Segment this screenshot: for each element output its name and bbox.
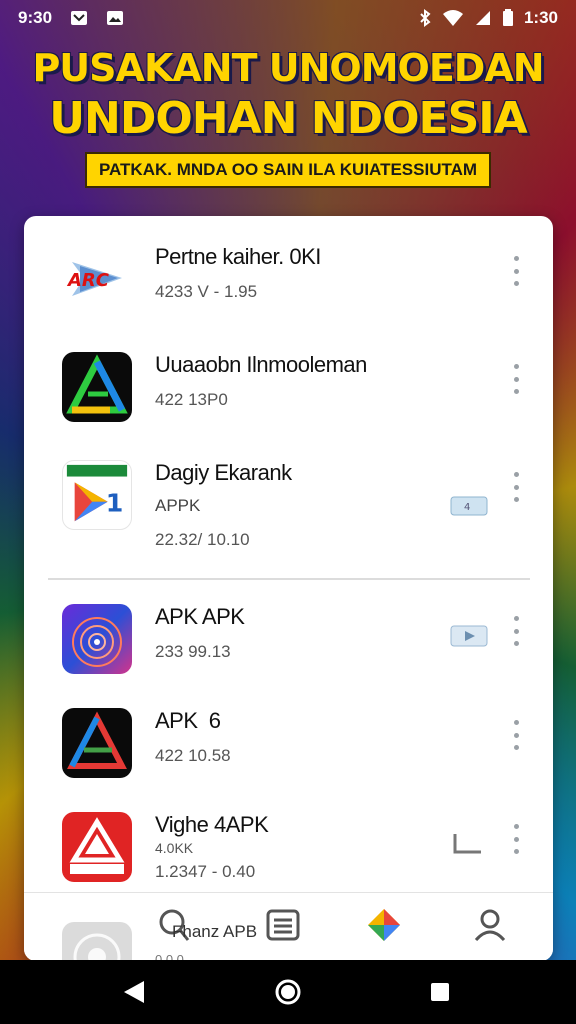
list-item[interactable]: Uuaaobn Ilnmooleman 422 13P0 — [24, 338, 553, 442]
list-item[interactable]: APK 6 422 10.58 — [24, 694, 553, 798]
svg-text:1: 1 — [106, 489, 124, 518]
app-list-card: ARC Pertne kaiher. 0KI 4233 V - 1.95 Uua… — [24, 216, 553, 961]
list-item[interactable]: APK APK 233 99.13 — [24, 590, 553, 694]
app-name: Pertne kaiher. 0KI — [155, 244, 321, 269]
section-divider — [48, 578, 530, 580]
app-meta: 422 10.58 — [155, 746, 231, 765]
more-options-icon[interactable] — [511, 616, 521, 646]
bluetooth-icon — [418, 9, 432, 27]
store-icon[interactable] — [362, 905, 406, 945]
banner-title-line2: UNDOHAN NDOESIA — [49, 93, 527, 144]
list-item[interactable]: 1 Dagiy Ekarank APPK 22.32/ 10.10 4 — [24, 446, 553, 550]
app-meta: 4.0KK — [155, 840, 194, 856]
list-icon[interactable] — [261, 905, 305, 945]
svg-text:ARC: ARC — [66, 270, 110, 291]
arc-play-icon: ARC — [62, 244, 132, 314]
app-name: APK 6 — [155, 708, 221, 733]
more-options-icon[interactable] — [511, 720, 521, 750]
back-icon[interactable] — [118, 976, 150, 1008]
app-name: Vighe 4APK — [155, 812, 269, 837]
list-item[interactable]: Vighe 4APK 4.0KK 1.2347 - 0.40 — [24, 798, 553, 902]
banner-title-line1: PUSAKANT UNOMOEDAN — [32, 46, 544, 90]
triangle-a-dark-icon — [62, 708, 132, 778]
svg-text:4: 4 — [464, 502, 470, 513]
list-item[interactable]: ARC Pertne kaiher. 0KI 4233 V - 1.95 — [24, 230, 553, 334]
radar-icon — [62, 604, 132, 674]
video-icon[interactable] — [449, 624, 489, 648]
wifi-icon — [442, 9, 464, 27]
app-meta: 422 13P0 — [155, 390, 228, 409]
notification-icon — [70, 10, 88, 26]
status-bar: 9:30 1:30 — [0, 0, 576, 36]
peek-app-name: Fhanz APB — [172, 922, 258, 941]
profile-icon[interactable] — [468, 905, 512, 945]
bracket-icon[interactable] — [449, 832, 489, 856]
photo-icon — [106, 10, 124, 26]
signal-icon — [474, 9, 492, 27]
home-icon[interactable] — [272, 976, 304, 1008]
status-time-right: 1:30 — [523, 8, 558, 27]
tag-icon[interactable]: 4 — [449, 494, 489, 518]
bottom-navigation — [24, 892, 553, 961]
app-name: Uuaaobn Ilnmooleman — [155, 352, 367, 377]
banner-subtitle: PATKAK. MNDA OO SAIN ILA KUIATESSIUTAM — [84, 152, 492, 188]
more-options-icon[interactable] — [511, 824, 521, 854]
app-meta: 4233 V - 1.95 — [155, 282, 258, 301]
triangle-a-icon — [62, 352, 132, 422]
warning-logo-icon — [62, 812, 132, 882]
more-options-icon[interactable] — [511, 256, 521, 286]
more-options-icon[interactable] — [511, 364, 521, 394]
app-name: APK APK — [155, 604, 245, 629]
app-meta: APPK — [155, 496, 201, 515]
promo-banner: PUSAKANT UNOMOEDAN UNDOHAN NDOESIA PATKA… — [0, 44, 576, 188]
more-options-icon[interactable] — [511, 472, 521, 502]
battery-icon — [502, 9, 514, 27]
app-name: Dagiy Ekarank — [155, 460, 292, 485]
app-meta: 233 99.13 — [155, 642, 231, 661]
system-navigation-bar — [0, 960, 576, 1024]
status-time: 9:30 — [18, 8, 53, 27]
app-meta-secondary: 1.2347 - 0.40 — [155, 862, 256, 881]
play-store-icon: 1 — [62, 460, 132, 530]
recents-icon[interactable] — [424, 976, 456, 1008]
app-meta-secondary: 22.32/ 10.10 — [155, 530, 250, 549]
